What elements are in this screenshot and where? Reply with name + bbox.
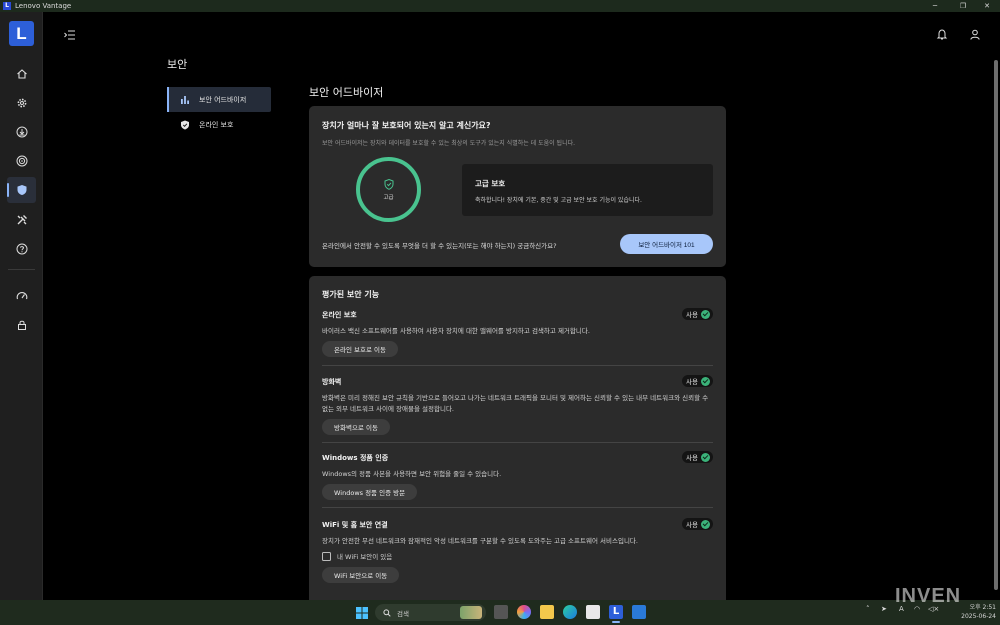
- feature-online-protection: 온라인 보호 사용 바이러스 백신 소프트웨어를 사용하여 사용자 장치에 대한…: [322, 308, 713, 366]
- maximize-button[interactable]: ❐: [950, 0, 976, 12]
- edge-browser-icon[interactable]: [563, 605, 577, 619]
- lenovo-logo: L: [9, 21, 34, 46]
- subnav-item-online-protection[interactable]: 온라인 보호: [167, 112, 271, 137]
- status-label: 사용: [686, 521, 698, 529]
- go-online-protection-button[interactable]: 온라인 보호로 이동: [322, 341, 398, 357]
- clock-date: 2025-06-24: [961, 613, 996, 620]
- check-icon: [701, 309, 710, 319]
- feature-name: 온라인 보호: [322, 311, 357, 319]
- scrollbar-thumb[interactable]: [994, 60, 998, 590]
- account-user-icon[interactable]: [969, 26, 981, 40]
- evaluated-features-card: 평가된 보안 기능 온라인 보호 사용 바이러스 백신 소프트웨어를 사용하여 …: [309, 276, 726, 606]
- features-title: 평가된 보안 기능: [322, 290, 380, 299]
- check-icon: [701, 452, 710, 462]
- page-title: 보안: [167, 58, 188, 71]
- shield-check-icon: [384, 178, 393, 190]
- taskbar-search[interactable]: 검색: [375, 604, 486, 621]
- status-badge: 사용: [682, 308, 713, 320]
- advisor-description: 보안 어드바이저는 장치와 데이터를 보호할 수 있는 최상의 도구가 있는지 …: [322, 140, 576, 147]
- protection-level-box: 고급 보호 축하합니다! 장치에 기본, 중간 및 고급 보안 보호 기능이 있…: [462, 164, 713, 216]
- protection-level-label: 고급: [383, 194, 394, 201]
- app-icon: L: [3, 2, 11, 10]
- bar-chart-icon: [181, 95, 189, 104]
- inven-watermark: INVEN: [895, 585, 962, 607]
- security-shield-icon[interactable]: [7, 177, 36, 203]
- lock-icon[interactable]: [7, 312, 36, 338]
- checkbox-label: 내 WiFi 보안이 있음: [337, 553, 393, 561]
- feature-firewall: 방화벽 사용 방화벽은 미리 정해진 보안 규칙을 기반으로 들어오고 나가는 …: [322, 375, 713, 443]
- feature-name: 방화벽: [322, 378, 342, 386]
- check-icon: [701, 376, 710, 386]
- target-icon[interactable]: [7, 148, 36, 174]
- close-button[interactable]: ✕: [974, 0, 1000, 12]
- status-label: 사용: [686, 454, 698, 462]
- settings-gear-icon[interactable]: [7, 90, 36, 116]
- protection-level-title: 고급 보호: [475, 179, 506, 188]
- search-highlight-icon: [460, 606, 482, 619]
- status-label: 사용: [686, 311, 698, 319]
- visit-windows-activation-button[interactable]: Windows 정품 인증 방문: [322, 484, 418, 500]
- outlook-icon[interactable]: [632, 605, 646, 619]
- subnav-item-label: 보안 어드바이저: [199, 95, 247, 104]
- advisor-ask-text: 온라인에서 안전할 수 있도록 무엇을 더 할 수 있는지(또는 해야 하는지)…: [322, 242, 557, 250]
- protection-level-description: 축하합니다! 장치에 기본, 중간 및 고급 보안 보호 기능이 있습니다.: [475, 197, 642, 204]
- go-wifi-security-button[interactable]: WiFi 보안으로 이동: [322, 567, 400, 583]
- feature-description: 장치가 안전한 무선 네트워크와 잠재적인 악성 네트워크를 구분할 수 있도록…: [322, 537, 638, 545]
- download-icon[interactable]: [7, 119, 36, 145]
- feature-name: Windows 정품 인증: [322, 454, 389, 462]
- left-nav-rail: L: [0, 12, 43, 600]
- security-advisor-101-button[interactable]: 보안 어드바이저 101: [620, 234, 713, 254]
- divider: [322, 442, 713, 443]
- section-title: 보안 어드바이저: [309, 86, 384, 99]
- file-explorer-icon[interactable]: [540, 605, 554, 619]
- store-icon[interactable]: [586, 605, 600, 619]
- rail-divider: [8, 269, 35, 270]
- protection-level-ring: 고급: [356, 157, 421, 222]
- feature-name: WiFi 및 홈 보안 연결: [322, 521, 388, 529]
- subnav-item-security-advisor[interactable]: 보안 어드바이저: [167, 87, 271, 112]
- feature-windows-activation: Windows 정품 인증 사용 Windows의 정품 사본을 사용하면 보안…: [322, 451, 713, 508]
- shield-check-icon: [181, 120, 189, 129]
- windows-start-icon[interactable]: [355, 605, 369, 619]
- feature-description: 방화벽은 미리 정해진 보안 규칙을 기반으로 들어오고 나가는 네트워크 트래…: [322, 394, 709, 413]
- feature-description: 바이러스 백신 소프트웨어를 사용하여 사용자 장치에 대한 맬웨어를 방지하고…: [322, 327, 590, 335]
- minimize-button[interactable]: ─: [922, 0, 948, 12]
- status-label: 사용: [686, 378, 698, 386]
- speedometer-icon[interactable]: [7, 283, 36, 309]
- task-view-icon[interactable]: [494, 605, 508, 619]
- vertical-scrollbar[interactable]: [994, 54, 998, 600]
- search-placeholder: 검색: [397, 609, 409, 618]
- status-badge: 사용: [682, 375, 713, 387]
- wifi-security-checkbox-row[interactable]: 내 WiFi 보안이 있음: [322, 551, 713, 561]
- security-subnav: 보안 어드바이저 온라인 보호: [167, 87, 271, 137]
- status-badge: 사용: [682, 451, 713, 463]
- subnav-item-label: 온라인 보호: [199, 120, 234, 129]
- status-badge: 사용: [682, 518, 713, 530]
- menu-expand-icon[interactable]: [63, 26, 77, 40]
- title-bar: L Lenovo Vantage ─ ❐ ✕: [0, 0, 1000, 12]
- location-icon[interactable]: ➤: [881, 605, 887, 613]
- tools-icon[interactable]: [7, 207, 36, 233]
- divider: [322, 507, 713, 508]
- window-title: Lenovo Vantage: [15, 2, 72, 10]
- advisor-question: 장치가 얼마나 잘 보호되어 있는지 알고 계신가요?: [322, 121, 491, 130]
- wifi-security-checkbox[interactable]: [322, 551, 331, 561]
- copilot-icon[interactable]: [517, 605, 531, 619]
- feature-description: Windows의 정품 사본을 사용하면 보안 위험을 줄일 수 있습니다.: [322, 470, 502, 478]
- home-icon[interactable]: [7, 61, 36, 87]
- lenovo-vantage-taskbar-icon[interactable]: L: [609, 605, 623, 619]
- active-app-indicator: [612, 621, 620, 623]
- search-icon: [383, 608, 391, 617]
- advisor-card: 장치가 얼마나 잘 보호되어 있는지 알고 계신가요? 보안 어드바이저는 장치…: [309, 106, 726, 267]
- go-firewall-button[interactable]: 방화벽으로 이동: [322, 419, 390, 435]
- notification-bell-icon[interactable]: [936, 26, 948, 40]
- divider: [322, 365, 713, 366]
- help-icon[interactable]: [7, 236, 36, 262]
- tray-overflow-icon[interactable]: ˄: [866, 605, 870, 613]
- check-icon: [701, 519, 710, 529]
- feature-wifi-security: WiFi 및 홈 보안 연결 사용 장치가 안전한 무선 네트워크와 잠재적인 …: [322, 518, 713, 583]
